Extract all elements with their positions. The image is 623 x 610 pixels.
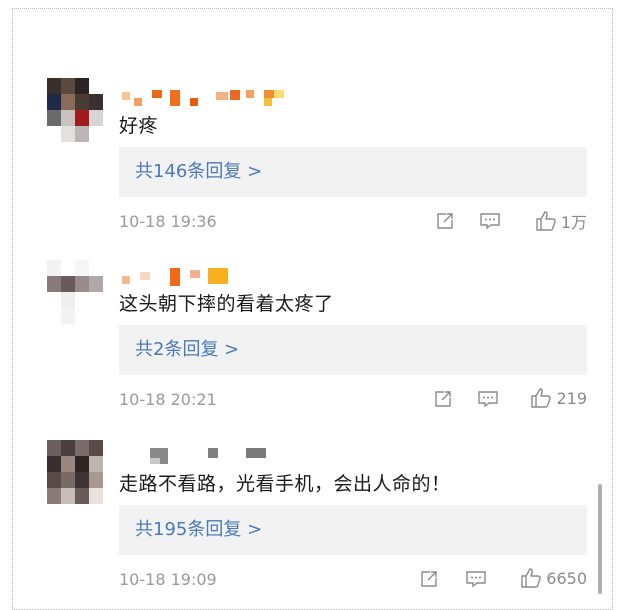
like-count: 219 bbox=[556, 388, 587, 408]
comment-icon[interactable] bbox=[465, 569, 487, 593]
comment-time: 10-18 19:36 bbox=[119, 212, 217, 231]
thumbs-up-icon bbox=[521, 568, 542, 588]
avatar[interactable] bbox=[47, 260, 103, 326]
view-replies-button[interactable]: 共146条回复 > bbox=[119, 147, 587, 197]
thumbs-up-icon bbox=[536, 211, 556, 231]
view-replies-button[interactable]: 共195条回复 > bbox=[119, 505, 587, 555]
avatar[interactable] bbox=[47, 440, 103, 506]
comment-icon[interactable] bbox=[479, 211, 501, 235]
comment-text: 这头朝下摔的看着太疼了 bbox=[119, 293, 334, 315]
username-pixelated[interactable] bbox=[118, 264, 298, 286]
comment-meta: 10-18 19:09 6650 bbox=[119, 567, 587, 593]
like-button[interactable]: 219 bbox=[530, 387, 587, 409]
share-icon[interactable] bbox=[419, 569, 439, 593]
avatar[interactable] bbox=[47, 78, 103, 144]
like-button[interactable]: 6650 bbox=[520, 567, 587, 589]
username-pixelated[interactable] bbox=[118, 444, 298, 466]
scrollbar[interactable] bbox=[598, 484, 602, 594]
share-icon[interactable] bbox=[435, 211, 455, 235]
thumbs-up-icon bbox=[531, 388, 552, 408]
like-count: 6650 bbox=[546, 568, 587, 588]
comment-time: 10-18 19:09 bbox=[119, 570, 217, 589]
view-replies-button[interactable]: 共2条回复 > bbox=[119, 325, 587, 375]
username-pixelated[interactable] bbox=[118, 86, 298, 108]
comment-meta: 10-18 19:36 1万 bbox=[119, 209, 587, 235]
comment-meta: 10-18 20:21 219 bbox=[119, 387, 587, 413]
comment-time: 10-18 20:21 bbox=[119, 390, 217, 409]
comment-text: 好疼 bbox=[119, 115, 159, 137]
share-icon[interactable] bbox=[433, 389, 453, 413]
like-count: 1万 bbox=[560, 213, 587, 232]
comment-icon[interactable] bbox=[477, 389, 499, 413]
comment-text: 走路不看路，光看手机，会出人命的！ bbox=[119, 473, 451, 495]
like-button[interactable]: 1万 bbox=[535, 209, 587, 233]
